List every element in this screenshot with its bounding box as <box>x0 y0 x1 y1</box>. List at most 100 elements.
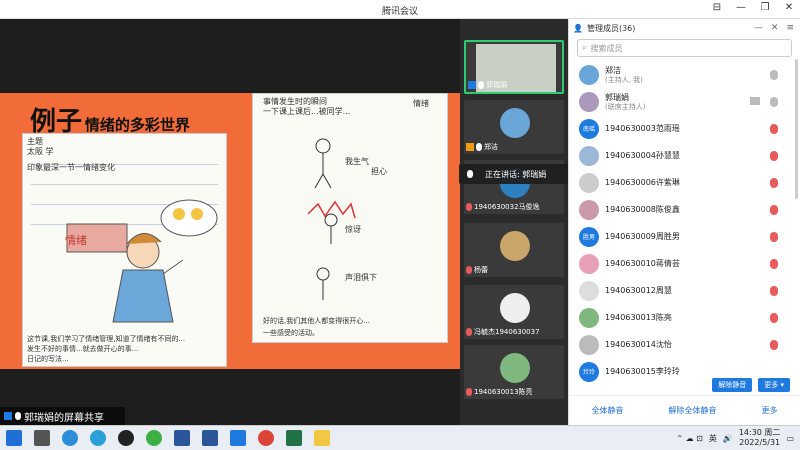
mic-icon[interactable] <box>770 70 778 80</box>
clock-date: 2022/5/31 <box>739 438 781 447</box>
slide-title-small: 情绪的多彩世界 <box>84 116 190 134</box>
avatar <box>579 64 599 85</box>
mic-icon <box>467 170 473 178</box>
member-row[interactable]: 胜男 1940630009周胜男 <box>569 223 800 250</box>
tile-name: 冯毓杰1940630037 <box>474 328 540 336</box>
member-name: 郭瑞娟 <box>605 92 629 102</box>
screen-share-area: 例子 情绪的多彩世界 主题 太阪 学 印象最深一节一情绪变化 情绪 这节课,我们… <box>0 19 460 425</box>
avatar <box>579 307 599 328</box>
mic-muted-icon[interactable] <box>770 259 778 269</box>
member-row[interactable]: 郑洁 (主持人, 我) <box>569 61 800 88</box>
close-button[interactable]: ✕ <box>782 2 796 13</box>
mic-icon <box>15 412 21 420</box>
panel-header: 👤 管理成员(36) — ✕ ≡ <box>569 19 800 37</box>
video-tile[interactable]: 冯毓杰1940630037 <box>464 285 564 339</box>
avatar <box>500 353 530 383</box>
ws-text: 这节课,我们学习了情绪管理,知道了情绪有不同的... <box>27 335 186 343</box>
close-panel-button[interactable]: ✕ <box>771 23 779 33</box>
excel-icon[interactable] <box>286 430 302 446</box>
member-role: (主持人, 我) <box>605 75 643 84</box>
ws-text: 日记的写法... <box>27 355 69 363</box>
member-row[interactable]: 南瑶 1940630003范雨瑶 <box>569 115 800 142</box>
chrome-icon[interactable] <box>258 430 274 446</box>
notification-icon[interactable]: ▭ <box>786 434 794 443</box>
tile-name: 1940630032马俊逸 <box>474 203 540 211</box>
ime-indicator[interactable]: 英 <box>709 433 717 444</box>
unmute-button[interactable]: 解除静音 <box>712 378 753 392</box>
ws-text: 一些感受的活动。 <box>263 329 319 337</box>
member-row[interactable]: 郭瑞娟 (联席主持人) <box>569 88 800 115</box>
member-row[interactable]: 1940630013陈亮 <box>569 304 800 331</box>
ie-icon[interactable] <box>90 430 106 446</box>
mic-muted-icon[interactable] <box>770 178 778 188</box>
mic-muted-icon[interactable] <box>770 340 778 350</box>
avatar <box>579 91 599 112</box>
more-button[interactable]: 更多 ▾ <box>758 378 790 392</box>
member-name: 1940630003范雨瑶 <box>605 124 680 133</box>
member-name: 1940630015李玲玲 <box>605 367 680 376</box>
browser-icon[interactable] <box>146 430 162 446</box>
menu-icon[interactable]: ≡ <box>786 23 794 33</box>
avatar <box>500 231 530 261</box>
share-label-text: 郭瑞娟的屏幕共享 <box>24 412 104 424</box>
file-explorer-icon[interactable] <box>314 430 330 446</box>
minimize-button[interactable]: — <box>734 2 748 13</box>
member-name: 1940630010蒋倩芸 <box>605 259 680 268</box>
member-row[interactable]: 1940630006许紫琳 <box>569 169 800 196</box>
restore-button[interactable]: ❐ <box>758 2 772 13</box>
mic-muted-icon[interactable] <box>770 205 778 215</box>
more-footer-button[interactable]: 更多 <box>762 405 778 416</box>
user-icon <box>466 143 474 151</box>
member-row[interactable]: 1940630012周慧 <box>569 277 800 304</box>
mic-muted-icon <box>466 328 472 336</box>
tile-name: 郭瑞娟 <box>486 81 507 89</box>
clock-time: 14:30 周二 <box>738 428 781 437</box>
tencent-meeting-icon[interactable] <box>230 430 246 446</box>
mic-muted-icon[interactable] <box>770 232 778 242</box>
word-icon[interactable] <box>202 430 218 446</box>
tray-icons[interactable]: ⌃ ☁ ⊡ <box>676 434 703 443</box>
members-icon: 👤 <box>573 23 583 33</box>
member-list: 郑洁 (主持人, 我) 郭瑞娟 (联席主持人) 南瑶 1940630003范雨瑶 1… <box>569 61 800 385</box>
mic-icon[interactable] <box>770 97 778 107</box>
member-row[interactable]: 1940630004孙慧慧 <box>569 142 800 169</box>
member-name: 1940630004孙慧慧 <box>605 151 680 160</box>
clock[interactable]: 14:30 周二 2022/5/31 <box>739 428 781 448</box>
member-row[interactable]: 1940630008陈俊鑫 <box>569 196 800 223</box>
ws-emotion-word: 情绪 <box>65 234 87 247</box>
video-tile[interactable]: 郭瑞娟 <box>464 40 564 94</box>
member-row[interactable]: 1940630014沈怡 <box>569 331 800 358</box>
mic-muted-icon[interactable] <box>770 151 778 161</box>
search-input[interactable]: ⌕ 搜索成员 <box>577 39 792 57</box>
volume-icon[interactable]: 🔊 <box>723 434 733 443</box>
mic-muted-icon[interactable] <box>770 286 778 296</box>
visio-icon[interactable] <box>174 430 190 446</box>
title-bar: 腾讯会议 ⊟ — ❐ ✕ <box>0 0 800 19</box>
shared-slide: 例子 情绪的多彩世界 主题 太阪 学 印象最深一节一情绪变化 情绪 这节课,我们… <box>0 93 460 369</box>
avatar <box>579 199 599 220</box>
windows-start-icon[interactable] <box>6 430 22 446</box>
mic-muted-icon[interactable] <box>770 313 778 323</box>
system-tray: ⌃ ☁ ⊡ 英 🔊 14:30 周二 2022/5/31 ▭ <box>676 428 800 448</box>
avatar <box>579 334 599 355</box>
task-view-icon[interactable] <box>34 430 50 446</box>
member-name: 1940630012周慧 <box>605 286 672 295</box>
video-tile[interactable]: 郑洁 <box>464 100 564 154</box>
mic-icon <box>476 143 482 151</box>
pin-icon[interactable]: ⊟ <box>710 2 724 13</box>
member-row[interactable]: 1940630010蒋倩芸 <box>569 250 800 277</box>
edge-icon[interactable] <box>62 430 78 446</box>
video-tile[interactable]: 1940630013陈亮 <box>464 345 564 399</box>
unmute-all-button[interactable]: 解除全体静音 <box>669 405 717 416</box>
window-title: 腾讯会议 <box>381 7 418 17</box>
mic-muted-icon <box>466 203 472 211</box>
avatar: 玲玲 <box>579 361 599 382</box>
avatar <box>579 172 599 193</box>
minimize-panel-button[interactable]: — <box>754 23 763 33</box>
member-name: 郑洁 <box>605 65 621 75</box>
qq-icon[interactable] <box>118 430 134 446</box>
mic-muted-icon[interactable] <box>770 124 778 134</box>
tile-name: 1940630013陈亮 <box>474 388 533 396</box>
video-tile[interactable]: 杨蕾 <box>464 223 564 277</box>
mute-all-button[interactable]: 全体静音 <box>592 405 624 416</box>
